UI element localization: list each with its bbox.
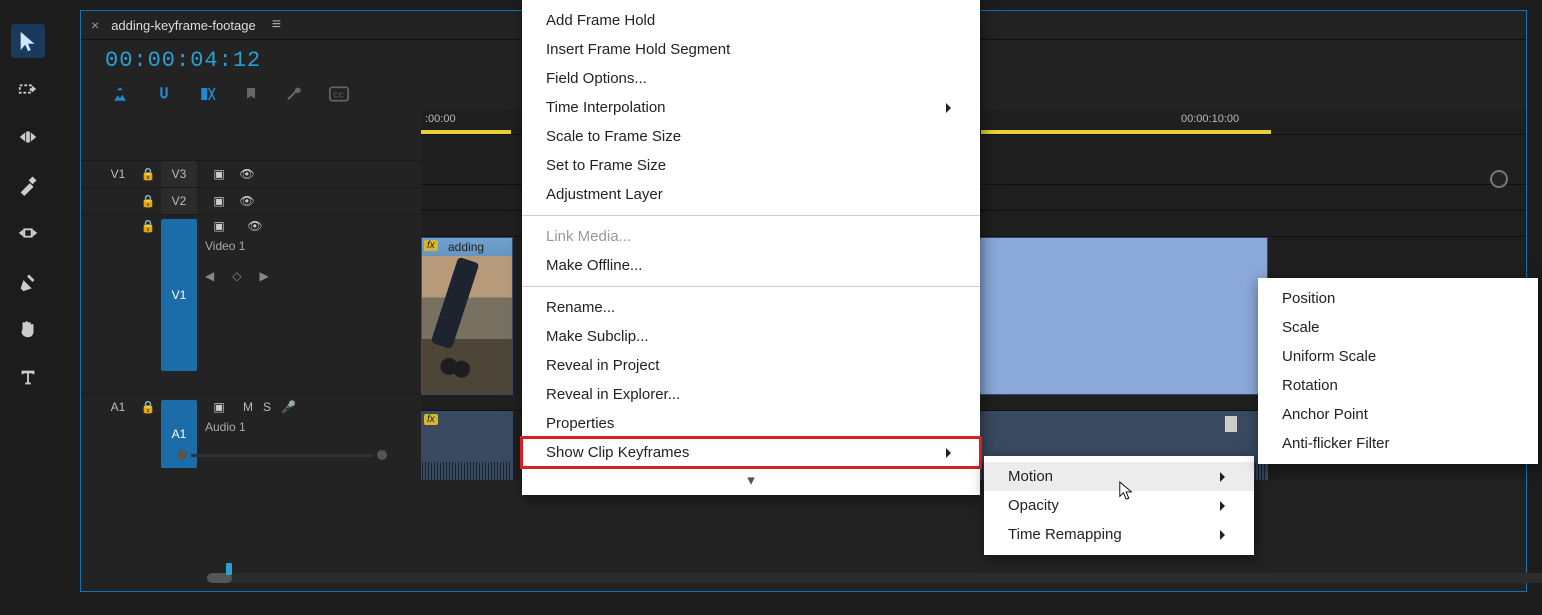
context-menu[interactable]: Add Frame Hold Insert Frame Hold Segment… <box>522 0 980 495</box>
menu-time-interpolation[interactable]: Time Interpolation <box>522 93 980 122</box>
eye-icon[interactable]: 👁 <box>233 194 261 208</box>
video-clip[interactable]: fx adding <box>421 237 513 395</box>
src-patch-a1[interactable]: A1 <box>101 400 135 414</box>
type-tool-icon[interactable] <box>11 360 45 394</box>
track-a1-header[interactable]: A1 🔒 A1 ▣ M S 🎤 Audio 1 <box>81 393 421 480</box>
submenu-motion[interactable]: Position Scale Uniform Scale Rotation An… <box>1258 278 1538 464</box>
ruler-tick: 00:00:10:00 <box>1181 113 1239 125</box>
current-timecode[interactable]: 00:00:04:12 <box>105 48 261 73</box>
menu-add-frame-hold[interactable]: Add Frame Hold <box>522 6 980 35</box>
menu-separator <box>522 286 980 287</box>
submenu-motion[interactable]: Motion <box>984 462 1254 491</box>
menu-scale-to-frame-size[interactable]: Scale to Frame Size <box>522 122 980 151</box>
tool-strip <box>0 0 56 615</box>
menu-show-clip-keyframes[interactable]: Show Clip Keyframes <box>522 438 980 467</box>
marker-icon[interactable] <box>243 86 259 105</box>
track-v1-header[interactable]: 🔒 V1 ▣ 👁 Video 1 ◀ ◇ ▶ <box>81 214 421 379</box>
linked-selection-icon[interactable] <box>199 85 217 106</box>
target-v3[interactable]: V3 <box>161 161 197 187</box>
submenu-rotation[interactable]: Rotation <box>1258 371 1538 400</box>
ripple-edit-tool-icon[interactable] <box>11 120 45 154</box>
video-clip[interactable] <box>978 237 1268 395</box>
menu-field-options[interactable]: Field Options... <box>522 64 980 93</box>
menu-reveal-in-project[interactable]: Reveal in Project <box>522 351 980 380</box>
sync-lock-icon[interactable]: ▣ <box>205 194 233 208</box>
target-v1[interactable]: V1 <box>161 219 197 371</box>
submenu-scale[interactable]: Scale <box>1258 313 1538 342</box>
horizontal-zoom-bar[interactable] <box>207 573 1542 583</box>
menu-properties[interactable]: Properties <box>522 409 980 438</box>
sync-lock-icon[interactable]: ▣ <box>205 400 233 414</box>
lock-icon[interactable]: 🔒 <box>135 219 161 233</box>
track-v2-header[interactable]: 🔒 V2 ▣ 👁 <box>81 187 421 214</box>
close-panel-icon[interactable]: × <box>91 17 99 33</box>
eye-icon[interactable]: 👁 <box>233 167 261 181</box>
submenu-anti-flicker-filter[interactable]: Anti-flicker Filter <box>1258 429 1538 458</box>
menu-scroll-down-icon[interactable]: ▾ <box>522 467 980 489</box>
hand-tool-icon[interactable] <box>11 312 45 346</box>
settings-icon[interactable] <box>285 85 303 106</box>
vertical-zoom-handle[interactable] <box>1490 170 1508 188</box>
submenu-time-remapping[interactable]: Time Remapping <box>984 520 1254 549</box>
sync-lock-icon[interactable]: ▣ <box>205 167 233 181</box>
solo-icon[interactable]: S <box>263 400 271 414</box>
track-select-forward-tool-icon[interactable] <box>11 72 45 106</box>
submenu-show-clip-keyframes[interactable]: Motion Opacity Time Remapping <box>984 456 1254 555</box>
pen-tool-icon[interactable] <box>11 264 45 298</box>
razor-tool-icon[interactable] <box>11 168 45 202</box>
insert-overwrite-icon[interactable] <box>111 85 129 106</box>
menu-separator <box>522 215 980 216</box>
slip-tool-icon[interactable] <box>11 216 45 250</box>
eye-icon[interactable]: 👁 <box>241 219 269 233</box>
menu-make-subclip[interactable]: Make Subclip... <box>522 322 980 351</box>
sync-lock-icon[interactable]: ▣ <box>205 219 233 233</box>
next-keyframe-icon[interactable]: ▶ <box>259 269 268 283</box>
clip-label: adding <box>448 240 484 254</box>
fx-badge: fx <box>424 240 438 251</box>
sequence-title[interactable]: adding-keyframe-footage <box>111 18 256 33</box>
menu-rename[interactable]: Rename... <box>522 293 980 322</box>
lock-icon[interactable]: 🔒 <box>135 194 161 208</box>
track-v1-label: Video 1 <box>205 239 269 253</box>
lock-icon[interactable]: 🔒 <box>135 167 161 181</box>
add-keyframe-icon[interactable]: ◇ <box>232 269 241 283</box>
mute-icon[interactable]: M <box>243 400 253 414</box>
waveform <box>422 462 512 480</box>
submenu-uniform-scale[interactable]: Uniform Scale <box>1258 342 1538 371</box>
track-v3-header[interactable]: V1 🔒 V3 ▣ 👁 <box>81 160 421 187</box>
selection-tool-icon[interactable] <box>11 24 45 58</box>
lock-icon[interactable]: 🔒 <box>135 400 161 414</box>
submenu-position[interactable]: Position <box>1258 284 1538 313</box>
menu-adjustment-layer[interactable]: Adjustment Layer <box>522 180 980 209</box>
voiceover-icon[interactable]: 🎤 <box>281 400 296 414</box>
panel-menu-icon[interactable]: ≡ <box>272 16 281 34</box>
edit-cursor-icon <box>1225 416 1237 432</box>
playhead-icon[interactable] <box>226 563 232 575</box>
captions-icon[interactable]: CC <box>329 86 349 105</box>
track-head-scroll[interactable] <box>177 450 387 460</box>
submenu-opacity[interactable]: Opacity <box>984 491 1254 520</box>
src-patch-v1[interactable]: V1 <box>101 167 135 181</box>
menu-link-media: Link Media... <box>522 222 980 251</box>
submenu-anchor-point[interactable]: Anchor Point <box>1258 400 1538 429</box>
menu-make-offline[interactable]: Make Offline... <box>522 251 980 280</box>
fx-badge: fx <box>424 414 438 425</box>
menu-insert-frame-hold-segment[interactable]: Insert Frame Hold Segment <box>522 35 980 64</box>
menu-reveal-in-explorer[interactable]: Reveal in Explorer... <box>522 380 980 409</box>
ruler-tick: :00:00 <box>425 113 456 125</box>
target-v2[interactable]: V2 <box>161 188 197 214</box>
menu-set-to-frame-size[interactable]: Set to Frame Size <box>522 151 980 180</box>
audio-clip[interactable]: fx <box>421 411 513 480</box>
snap-icon[interactable] <box>155 85 173 106</box>
prev-keyframe-icon[interactable]: ◀ <box>205 269 214 283</box>
track-a1-label: Audio 1 <box>205 420 296 434</box>
track-headers: V1 🔒 V3 ▣ 👁 🔒 V2 ▣ 👁 🔒 V1 ▣ <box>81 110 421 480</box>
svg-text:CC: CC <box>333 90 344 99</box>
